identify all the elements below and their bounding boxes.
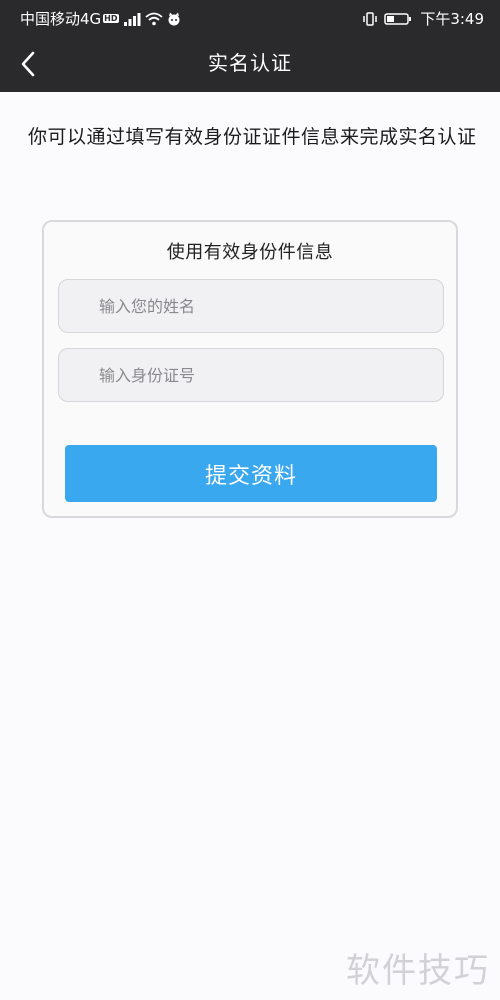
status-icons bbox=[123, 12, 185, 26]
status-bar-right: 下午3:49 bbox=[362, 8, 484, 29]
carrier-label: 中国移动4G bbox=[20, 10, 102, 28]
battery-icon bbox=[384, 12, 412, 25]
cat-app-icon bbox=[168, 12, 180, 25]
clock: 下午3:49 bbox=[420, 10, 484, 28]
id-number-input[interactable] bbox=[58, 348, 444, 402]
hd-badge: HD bbox=[103, 14, 119, 23]
status-bar: 中国移动4G HD 下午3:49 bbox=[0, 0, 500, 36]
page-title: 实名认证 bbox=[208, 51, 292, 75]
vibrate-icon bbox=[363, 11, 378, 26]
signal-icon bbox=[123, 12, 141, 26]
intro-text: 你可以通过填写有效身份证证件信息来完成实名认证 bbox=[28, 126, 477, 148]
watermark: 软件技巧 bbox=[346, 951, 490, 991]
status-bar-left: 中国移动4G HD bbox=[20, 8, 185, 29]
wifi-icon bbox=[144, 12, 163, 25]
top-navigation-bar: 实名认证 bbox=[0, 36, 500, 92]
form-title: 使用有效身份件信息 bbox=[166, 242, 334, 263]
name-input[interactable] bbox=[58, 279, 444, 333]
identity-form-card: 使用有效身份件信息 提交资料 bbox=[42, 220, 458, 518]
submit-button[interactable]: 提交资料 bbox=[65, 445, 437, 502]
